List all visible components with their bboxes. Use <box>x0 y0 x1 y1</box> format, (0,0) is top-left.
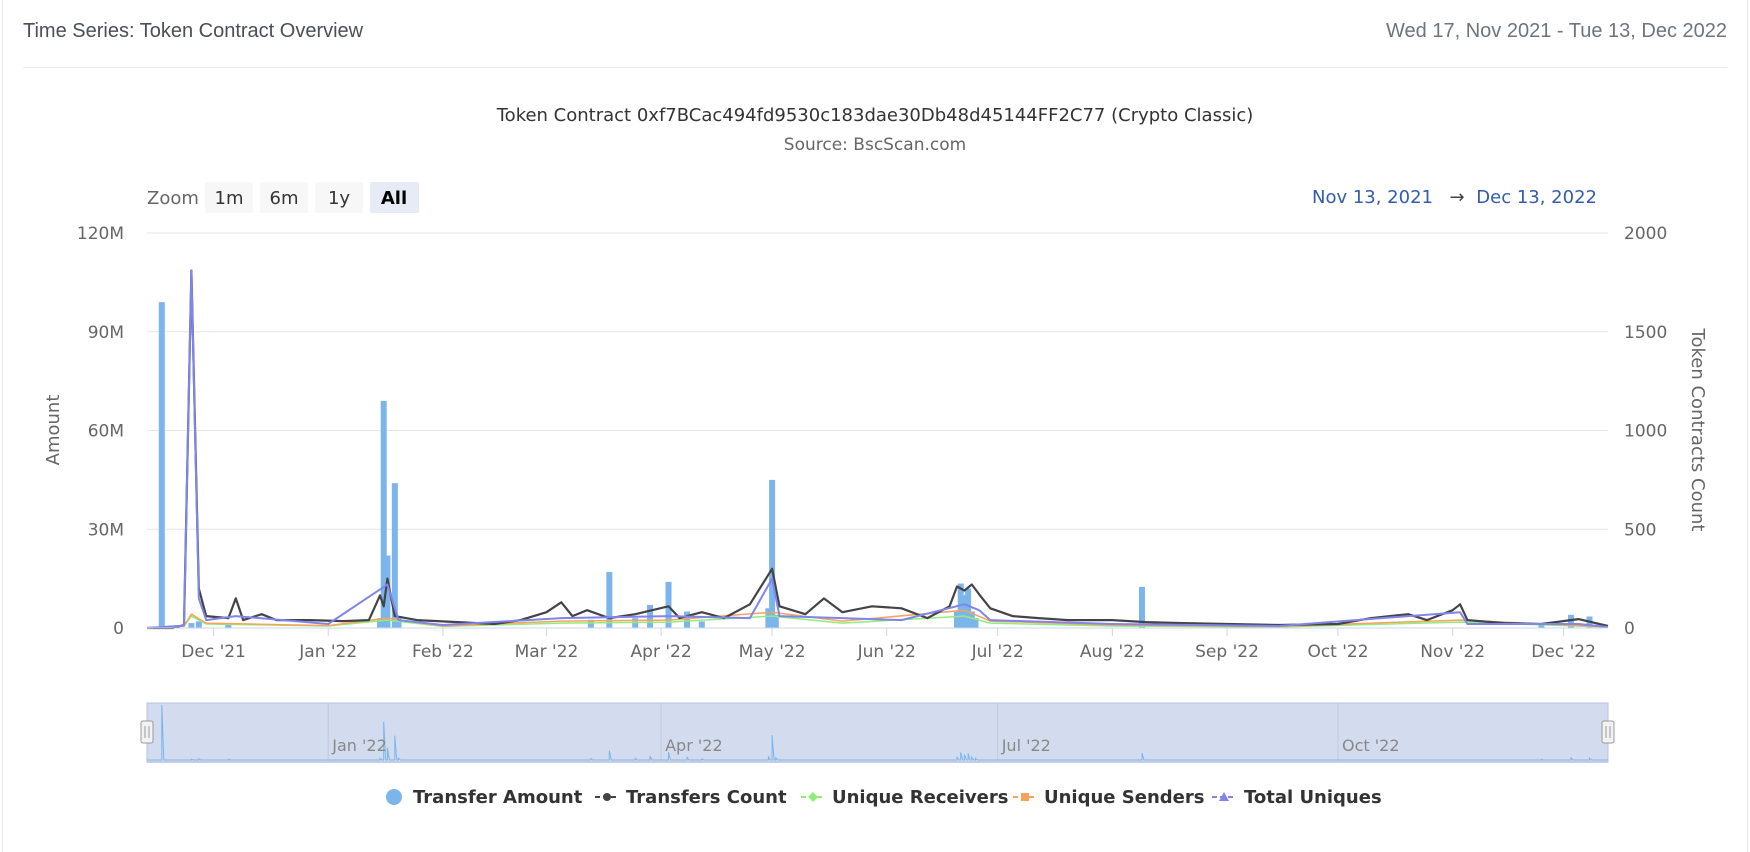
x-tick-label: Sep '22 <box>1195 642 1259 662</box>
legend-label-transfers-count: Transfers Count <box>626 787 787 808</box>
x-tick-label: Jun '22 <box>857 642 916 662</box>
navigator-label: Oct '22 <box>1342 736 1400 755</box>
legend-circle-marker-icon <box>603 793 611 801</box>
legend-circle-icon <box>386 789 402 805</box>
navigator-right-handle[interactable] <box>1601 720 1615 744</box>
x-tick-label: Mar '22 <box>515 642 579 662</box>
legend-item-unique-senders[interactable]: Unique Senders <box>1013 787 1204 808</box>
left-tick-label: 30M <box>88 520 124 540</box>
count-series-lines <box>146 269 1609 630</box>
navigator-label: Apr '22 <box>665 736 723 755</box>
navigator-label: Jan '22 <box>331 736 387 755</box>
range-from-input[interactable]: Nov 13, 2021 <box>1312 187 1433 208</box>
zoom-button-6m-label: 6m <box>270 188 299 209</box>
legend-diamond-marker-icon <box>808 792 818 802</box>
left-tick-label: 90M <box>88 323 124 343</box>
right-tick-label: 0 <box>1624 619 1635 639</box>
legend-label-transfer-amount: Transfer Amount <box>413 787 583 808</box>
x-tick-label: Jan '22 <box>298 642 357 662</box>
zoom-button-1m-label: 1m <box>215 188 244 209</box>
total-uniques-line[interactable] <box>146 269 1609 629</box>
token-contract-chart: Token Contract 0xf7BCac494fd9530c183dae3… <box>43 105 1708 808</box>
zoom-button-1m[interactable]: 1m <box>205 182 253 213</box>
right-tick-label: 1500 <box>1624 323 1667 343</box>
legend-item-transfer-amount[interactable]: Transfer Amount <box>386 787 583 808</box>
transfer-amount-bar[interactable] <box>195 621 202 628</box>
x-tick-label: Feb '22 <box>412 642 474 662</box>
legend-square-marker-icon <box>1021 793 1029 801</box>
x-tick-label: May '22 <box>739 642 806 662</box>
left-tick-label: 0 <box>113 619 124 639</box>
transfer-amount-bar[interactable] <box>606 572 613 628</box>
navigator[interactable]: Jan '22 Apr '22 Jul '22 Oct '22 <box>140 702 1615 763</box>
right-tick-label: 1000 <box>1624 422 1667 442</box>
legend-item-unique-receivers[interactable]: Unique Receivers <box>801 787 1008 808</box>
legend-item-total-uniques[interactable]: Total Uniques <box>1212 787 1382 808</box>
x-tick-label: Aug '22 <box>1080 642 1145 662</box>
zoom-button-1y-label: 1y <box>328 188 350 209</box>
legend: Transfer Amount Transfers Count Unique R… <box>386 787 1382 808</box>
x-tick-label: Apr '22 <box>631 642 692 662</box>
zoom-label: Zoom <box>147 188 199 209</box>
legend-label-unique-senders: Unique Senders <box>1044 787 1204 808</box>
x-tick-label: Dec '21 <box>181 642 246 662</box>
zoom-button-6m[interactable]: 6m <box>260 182 308 213</box>
x-axis-ticks: Dec '21 Jan '22 Feb '22 Mar '22 Apr '22 May '… <box>181 628 1596 662</box>
legend-label-total-uniques: Total Uniques <box>1244 787 1382 808</box>
transfer-amount-bar[interactable] <box>188 623 195 628</box>
plot-grid <box>147 232 1608 530</box>
range-selector: Zoom 1m 6m 1y All Nov 13, 2021 → Dec 13,… <box>147 182 1597 213</box>
chart-title: Token Contract 0xf7BCac494fd9530c183dae3… <box>496 105 1254 126</box>
zoom-button-all-label: All <box>381 188 407 209</box>
zoom-button-all[interactable]: All <box>370 182 419 213</box>
left-axis-title: Amount <box>43 395 64 466</box>
range-to-input[interactable]: Dec 13, 2022 <box>1476 187 1597 208</box>
chart-subtitle: Source: BscScan.com <box>784 135 966 155</box>
navigator-label: Jul '22 <box>1001 736 1051 755</box>
x-tick-label: Dec '22 <box>1531 642 1596 662</box>
x-tick-label: Jul '22 <box>971 642 1024 662</box>
transfers-count-line[interactable] <box>147 269 1609 630</box>
legend-item-transfers-count[interactable]: Transfers Count <box>595 787 787 808</box>
right-tick-label: 2000 <box>1624 224 1667 244</box>
left-tick-label: 120M <box>77 224 124 244</box>
transfer-amount-bar[interactable] <box>698 621 705 628</box>
navigator-left-handle[interactable] <box>140 720 154 744</box>
transfer-amount-bar[interactable] <box>665 581 672 628</box>
left-tick-label: 60M <box>88 422 124 442</box>
transfer-amount-bar[interactable] <box>769 479 776 628</box>
transfer-amount-bar[interactable] <box>684 611 691 628</box>
x-tick-label: Nov '22 <box>1420 642 1485 662</box>
left-axis-ticks: 0 30M 60M 90M 120M <box>77 224 124 639</box>
right-axis-ticks: 0 500 1000 1500 2000 <box>1624 224 1667 639</box>
right-axis-title: Token Contracts Count <box>1687 328 1708 532</box>
x-tick-label: Oct '22 <box>1307 642 1368 662</box>
zoom-button-1y[interactable]: 1y <box>315 182 363 213</box>
transfer-amount-bar[interactable] <box>158 302 165 628</box>
right-tick-label: 500 <box>1624 520 1656 540</box>
transfer-amount-bars <box>158 302 1593 628</box>
range-arrow: → <box>1449 187 1464 208</box>
legend-label-unique-receivers: Unique Receivers <box>832 787 1008 808</box>
